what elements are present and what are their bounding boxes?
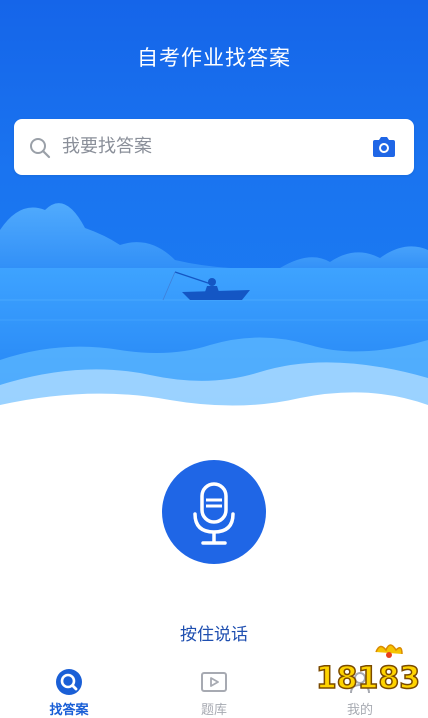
watermark-logo: 18183: [316, 644, 420, 697]
tab-find-answer[interactable]: 找答案: [24, 662, 114, 718]
tab-question-bank[interactable]: 题库: [169, 662, 259, 718]
page-title: 自考作业找答案: [137, 46, 291, 70]
tab-label: 题库: [200, 703, 227, 718]
search-bar[interactable]: 我要找答案: [14, 119, 414, 175]
voice-input-button[interactable]: [162, 460, 266, 564]
search-input[interactable]: 我要找答案: [62, 135, 152, 159]
svg-text:18183: 18183: [316, 661, 420, 696]
microphone-icon: [193, 482, 235, 545]
search-icon: [30, 138, 51, 159]
hero-banner: 自考作业找答案 我要找答案: [0, 0, 428, 430]
play-board-icon: [201, 672, 227, 692]
search-icon: [56, 669, 82, 695]
camera-icon[interactable]: [371, 135, 397, 159]
tab-label: 找答案: [49, 703, 89, 718]
